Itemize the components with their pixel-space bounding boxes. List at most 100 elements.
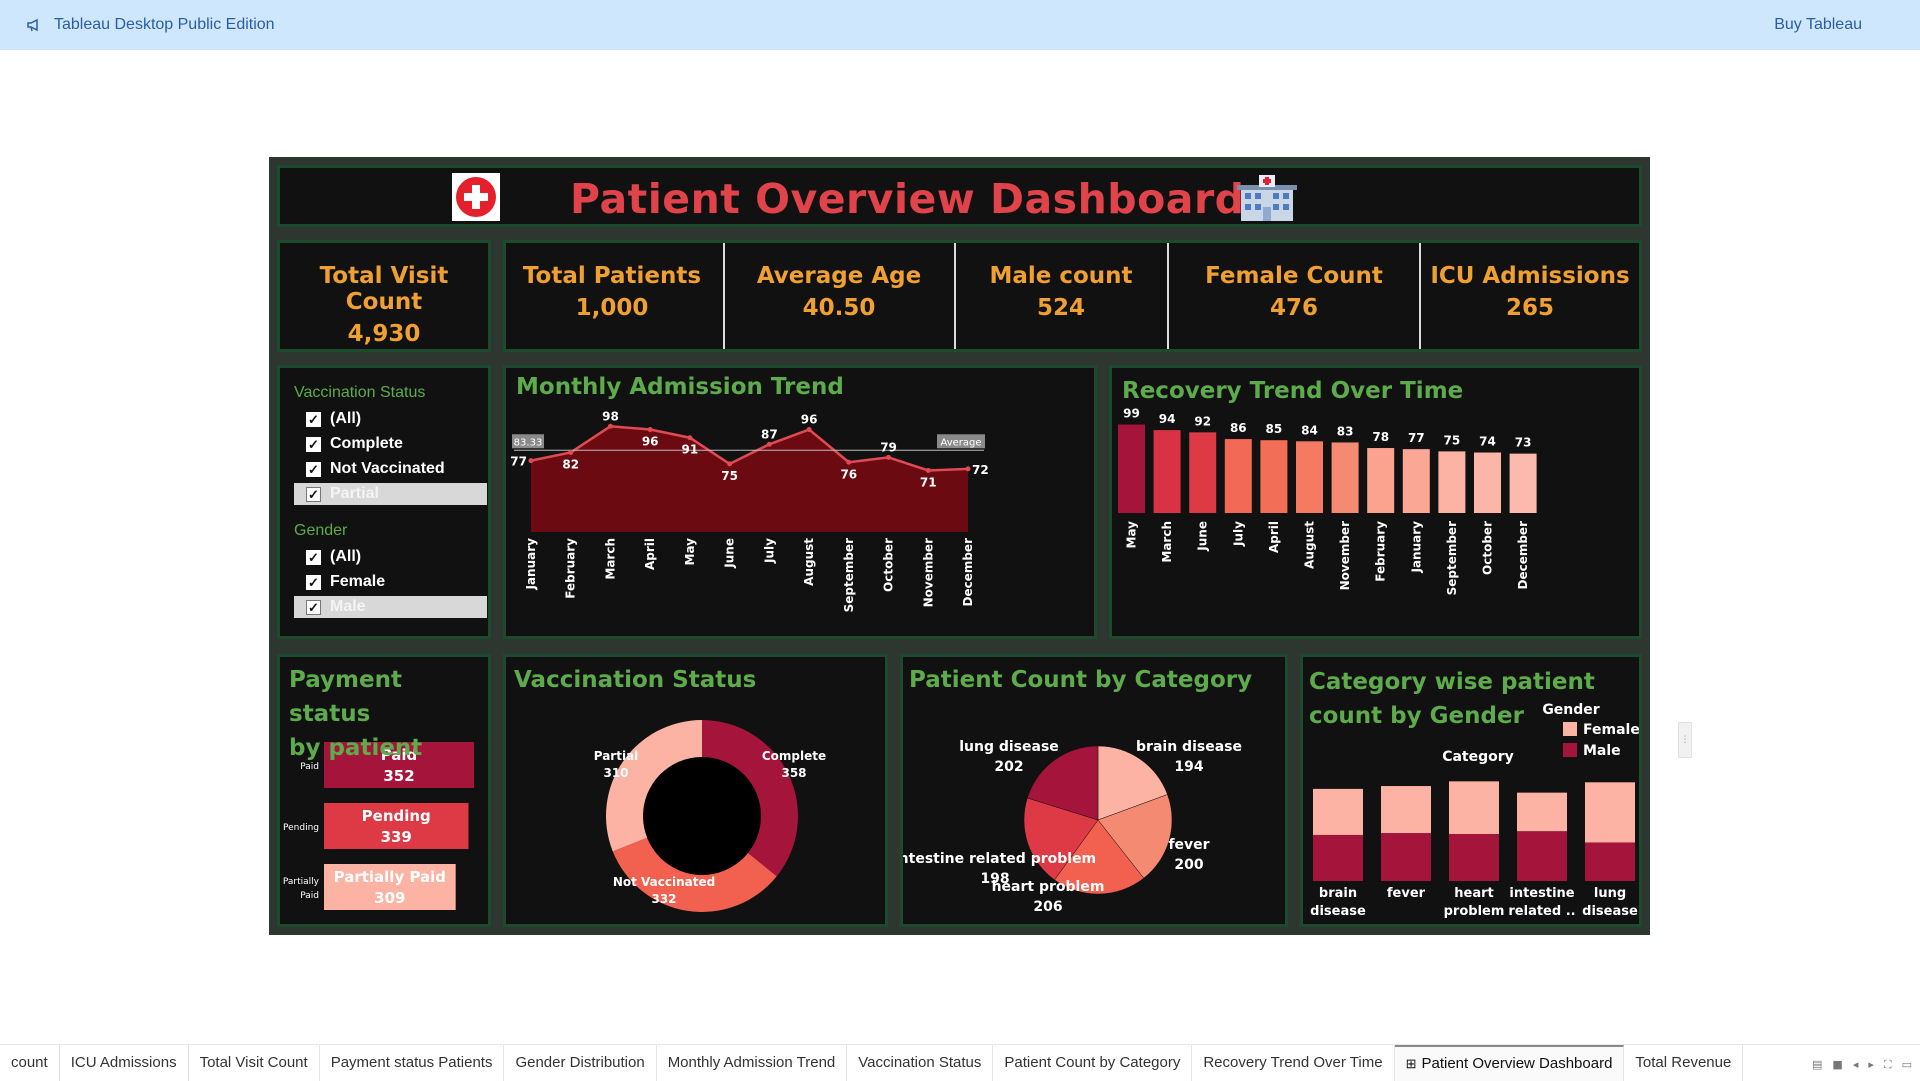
admission-point <box>806 427 812 433</box>
category-slice-label: lung disease <box>959 739 1059 755</box>
category-tick-label: problem <box>1444 904 1505 919</box>
category-tick-label: disease <box>1582 904 1638 919</box>
recovery-trend-chart[interactable]: 99 May 94 March 92 June 86 July 85 April 84 August 8… <box>1112 368 1639 636</box>
kpi-value: 476 <box>1269 295 1318 321</box>
category-slice-label: fever <box>1168 837 1209 853</box>
payment-status-panel: Payment status by patient Paid 352 Paid Pen… <box>277 654 491 927</box>
recovery-data-label: 77 <box>1408 431 1425 445</box>
month-tick-label: July <box>762 538 776 564</box>
legend-item-label: Male <box>1583 743 1621 759</box>
admission-point <box>647 427 653 433</box>
sheet-tab[interactable]: Gender Distribution <box>504 1044 657 1081</box>
checkbox-icon[interactable]: ✓ <box>306 411 321 427</box>
panel-title-line: by patient <box>289 735 423 761</box>
panel-title: Monthly Admission Trend <box>516 374 844 400</box>
category-slice-value: 194 <box>1174 759 1203 775</box>
panel-title: Recovery Trend Over Time <box>1122 378 1464 404</box>
category-slice-label: brain disease <box>1136 739 1242 755</box>
sheet-tab[interactable]: Vaccination Status <box>847 1044 994 1081</box>
side-panel-handle[interactable]: ⋮ <box>1678 722 1692 758</box>
sheet-tab[interactable]: Total Revenue <box>1624 1044 1744 1081</box>
vaccination-slice-label: Complete <box>762 749 826 763</box>
sheet-tab[interactable]: Patient Count by Category <box>993 1044 1193 1081</box>
megaphone-icon <box>27 18 38 32</box>
payment-bar-category: Partially Paid <box>334 868 446 886</box>
kpi-label: Total Patients <box>522 263 702 289</box>
checkbox-icon[interactable]: ✓ <box>306 486 321 502</box>
admission-data-label: 96 <box>642 435 659 449</box>
hospital-icon <box>1237 175 1297 221</box>
sheet-tab[interactable]: Recovery Trend Over Time <box>1192 1044 1395 1081</box>
checkbox-icon[interactable]: ✓ <box>306 574 321 590</box>
male-bar-segment <box>1313 834 1363 881</box>
panel-title-line: Category wise patient <box>1309 669 1595 695</box>
vaccination-filter-complete[interactable]: ✓ Complete <box>294 433 487 455</box>
kpi-divider <box>954 243 956 349</box>
recovery-data-label: 83 <box>1337 424 1354 438</box>
admission-point <box>925 467 931 473</box>
checkbox-icon[interactable]: ✓ <box>306 599 321 615</box>
recovery-tick-label: April <box>1267 521 1281 553</box>
recovery-data-label: 94 <box>1159 412 1176 426</box>
vaccination-slice-value: 358 <box>781 766 806 780</box>
sheet-tab-label: Monthly Admission Trend <box>667 1054 836 1071</box>
kpi-label: Average Age <box>756 263 922 289</box>
sheet-tabs: count ICU Admissions Total Visit Count Paym… <box>0 1044 1920 1081</box>
filter-option-label: Complete <box>330 435 403 452</box>
vaccination-slice-label: Not Vaccinated <box>613 875 715 889</box>
present-icon[interactable]: ▭ <box>1902 1058 1912 1072</box>
panel-title: Payment status by patient <box>289 663 488 765</box>
buy-tableau-link[interactable]: Buy Tableau <box>1774 16 1862 34</box>
checkbox-icon[interactable]: ✓ <box>306 549 321 565</box>
admission-data-label: 72 <box>972 463 989 477</box>
sheet-tab[interactable]: Monthly Admission Trend <box>657 1044 848 1081</box>
patient-category-pie-chart[interactable]: brain disease194fever200heart problem206… <box>894 657 1285 924</box>
sheet-tab[interactable]: ⊞ Patient Overview Dashboard <box>1394 1044 1625 1081</box>
month-tick-label: March <box>603 538 617 580</box>
gender-filter-male[interactable]: ✓ Male <box>294 596 487 618</box>
average-label: Average <box>940 437 981 448</box>
dashboard-tab-icon: ⊞ <box>1405 1055 1417 1071</box>
sheet-tab[interactable]: ICU Admissions <box>60 1044 189 1081</box>
admission-point <box>568 449 574 455</box>
kpi-icu-admissions: ICU Admissions 265 <box>1422 243 1638 355</box>
category-tick-label: related .. <box>1508 904 1575 919</box>
vaccination-filter-all[interactable]: ✓ (All) <box>294 408 487 430</box>
sheet-tab[interactable]: Total Visit Count <box>189 1044 320 1081</box>
next-sheet-icon[interactable]: ▸ <box>1868 1058 1874 1072</box>
sheet-tab[interactable]: count <box>0 1044 60 1081</box>
recovery-tick-label: May <box>1125 521 1139 549</box>
top-bar: Tableau Desktop Public Edition Buy Table… <box>0 0 1920 50</box>
category-tick-label: heart <box>1454 886 1493 901</box>
checkbox-icon[interactable]: ✓ <box>306 436 321 452</box>
month-tick-label: December <box>961 538 975 607</box>
vaccination-filter-not-vaccinated[interactable]: ✓ Not Vaccinated <box>294 458 487 480</box>
kpi-value: 265 <box>1505 295 1554 321</box>
admission-data-label: 87 <box>761 427 778 441</box>
prev-sheet-icon[interactable]: ◂ <box>1853 1058 1859 1072</box>
fullscreen-icon[interactable]: ⛶ <box>1884 1058 1892 1072</box>
monthly-admission-chart[interactable]: 83.33 Average 77 82 98 96 91 75 87 96 76 79 71 72 Janu… <box>506 368 1094 636</box>
sheet-tab-label: Total Revenue <box>1635 1054 1732 1071</box>
vaccination-filter-partial[interactable]: ✓ Partial <box>294 483 487 505</box>
recovery-tick-label: February <box>1374 521 1388 582</box>
category-gender-panel: Category wise patient count by Gender Ge… <box>1300 654 1642 927</box>
recovery-bar <box>1224 439 1252 513</box>
gender-filter-all[interactable]: ✓ (All) <box>294 546 487 568</box>
month-tick-label: June <box>723 538 737 569</box>
admission-point <box>607 423 613 429</box>
month-tick-label: October <box>882 538 896 592</box>
recovery-bar <box>1296 441 1323 513</box>
admission-data-label: 76 <box>840 467 857 481</box>
checkbox-icon[interactable]: ✓ <box>306 461 321 477</box>
month-tick-label: April <box>643 538 657 570</box>
panel-title-line: count by Gender <box>1309 703 1524 729</box>
kpi-label: Male count <box>989 263 1133 289</box>
filmstrip-icon[interactable]: ■ <box>1832 1058 1842 1072</box>
sheet-tab[interactable]: Payment status Patients <box>320 1044 505 1081</box>
filter-option-label: Female <box>330 573 386 590</box>
grid-view-icon[interactable]: ▤ <box>1812 1058 1822 1072</box>
gender-filter-female[interactable]: ✓ Female <box>294 571 487 593</box>
payment-bar-value: 352 <box>383 767 414 785</box>
vaccination-donut-chart[interactable]: Complete 358 Not Vaccinated 332 Partial 310 <box>506 657 885 924</box>
